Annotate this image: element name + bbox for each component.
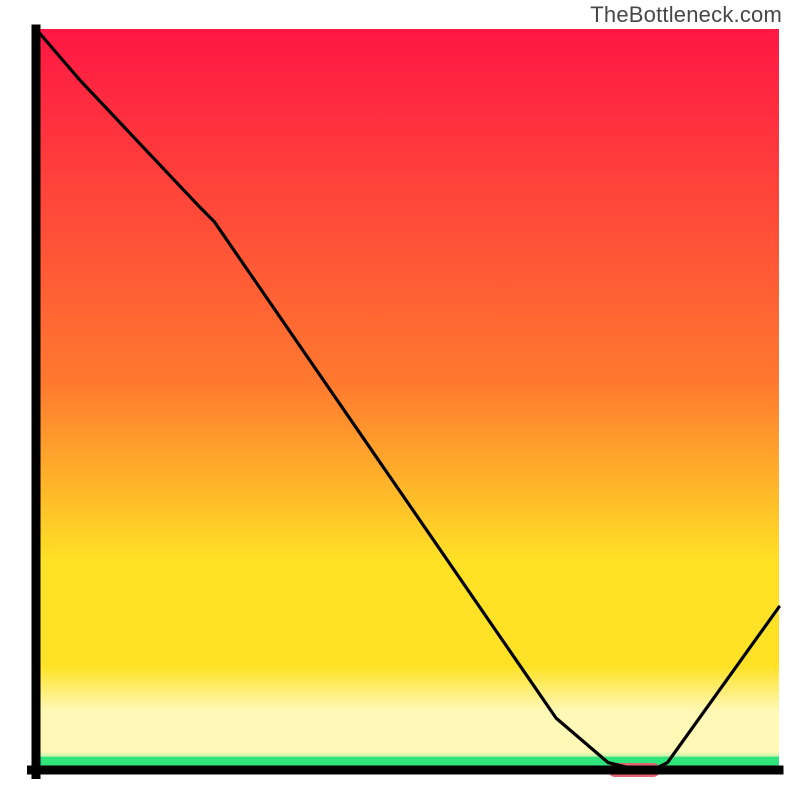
plot-background xyxy=(36,29,779,770)
bottleneck-chart xyxy=(0,0,800,800)
watermark-text: TheBottleneck.com xyxy=(590,2,782,28)
